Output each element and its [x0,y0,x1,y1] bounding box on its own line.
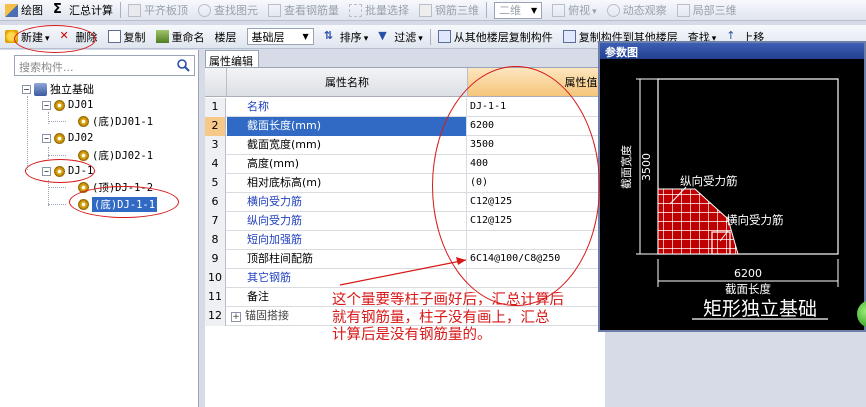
sort-icon: ⇅ [323,29,333,42]
sort-button[interactable]: ⇅ 排序 [319,25,374,48]
foundation-icon [34,82,47,96]
top-view-button[interactable]: 俯视 [547,0,602,20]
tree-line [48,180,49,206]
filter-icon: ▼ [378,29,387,42]
tree-item[interactable]: − DJ02 [42,130,93,146]
filter-button[interactable]: ▼ 过滤 [373,25,428,48]
floor-select[interactable]: 基础层 ▼ [242,25,319,48]
copy-to-icon [562,30,576,43]
separator [120,2,121,18]
row-number-header [205,68,227,97]
tree-line [48,147,49,159]
floor-label: 楼层 [214,30,237,44]
chevron-down-icon: ▼ [531,5,538,15]
tree-line [48,121,66,122]
pencil-icon [5,3,18,17]
rename-icon [155,30,169,43]
search-icon[interactable] [176,58,192,72]
tree-item[interactable]: (底)DJ02-1 [78,147,153,163]
local-3d-icon [676,3,690,17]
draw-button[interactable]: 绘图 [0,0,48,20]
slab-icon [128,3,141,17]
cube-icon [552,3,566,17]
collapse-icon[interactable]: − [22,84,31,94]
view-rebar-button[interactable]: 查看钢筋量 [263,0,344,20]
rename-button[interactable]: 重命名 [151,25,210,48]
find-icon [198,3,211,17]
annotation-circle-new [14,25,96,53]
foundation-diagram: 截面宽度 3500 纵向受力筋 横向受力筋 6200 截面长度 矩形独立基础 [619,78,839,320]
gear-icon [54,99,65,111]
component-tree-panel: 搜索构件... − 独立基础 − DJ01 (底)DJ01-1 − DJ02 (… [0,50,199,407]
length-label: 截面长度 [725,282,771,296]
annotation-circle-values [432,66,600,306]
expand-icon[interactable]: + [231,312,241,322]
long-rebar-label: 纵向受力筋 [680,174,738,188]
diagram-caption: 矩形独立基础 [703,298,817,320]
summary-calc-button[interactable]: Σ 汇总计算 [48,0,118,20]
reference-diagram-window: 参数图 截面宽度 3500 纵向受力筋 横向受力筋 6200 截面长度 矩形独立… [598,41,866,332]
tree-item[interactable]: (底)DJ01-1 [78,113,153,129]
search-input[interactable]: 搜索构件... [14,55,195,76]
gear-icon [54,132,65,144]
batch-select-button[interactable]: 批量选择 [344,0,414,20]
local-3d-button[interactable]: 局部三维 [672,0,742,20]
copy-from-icon [437,30,451,43]
collapse-icon[interactable]: − [42,133,51,143]
copy-button[interactable]: 复制 [103,25,151,48]
tree-line [48,204,66,205]
separator [486,2,487,18]
tree-line [48,112,49,124]
rotate-icon [606,3,620,17]
annotation-note: 这个量要等柱子画好后，汇总计算后 就有钢筋量，柱子没有画上，汇总 计算后是没有钢… [332,292,564,343]
rebar-icon [419,3,432,17]
chevron-down-icon: ▼ [302,32,309,41]
tree-line [48,155,66,156]
separator [429,28,431,45]
annotation-circle-dj1 [25,159,95,183]
copy-icon [107,30,121,43]
tree-line [48,187,66,188]
tab-property-edit[interactable]: 属性编辑 [205,50,259,68]
length-value: 6200 [734,267,762,280]
view-icon [268,3,281,17]
collapse-icon[interactable]: − [42,100,51,110]
sigma-icon: Σ [53,1,62,17]
tree-root[interactable]: − 独立基础 [22,81,94,97]
window-title: 参数图 [600,43,864,59]
flush-slab-button[interactable]: 平齐板顶 [123,0,193,20]
tree-line [27,96,28,170]
find-element-button[interactable]: 查找图元 [193,0,263,20]
gear-icon [78,115,89,127]
gear-icon [78,149,89,161]
tree-item[interactable]: − DJ01 [42,97,93,113]
name-column-header[interactable]: 属性名称 [227,68,468,97]
width-value: 3500 [640,153,653,181]
main-toolbar: 绘图 Σ 汇总计算 平齐板顶 查找图元 查看钢筋量 批量选择 钢筋三维 二维 ▼ 俯… [0,0,866,21]
annotation-circle-dj1-1 [69,186,179,218]
rebar-3d-button[interactable]: 钢筋三维 [414,0,484,20]
dynamic-observe-button[interactable]: 动态观察 [602,0,672,20]
view-mode-select[interactable]: 二维 ▼ [489,0,547,20]
trans-rebar-label: 横向受力筋 [726,213,784,227]
copy-from-floor-button[interactable]: 从其他楼层复制构件 [433,25,558,48]
grid-icon [349,3,362,17]
width-label: 截面宽度 [619,145,633,189]
